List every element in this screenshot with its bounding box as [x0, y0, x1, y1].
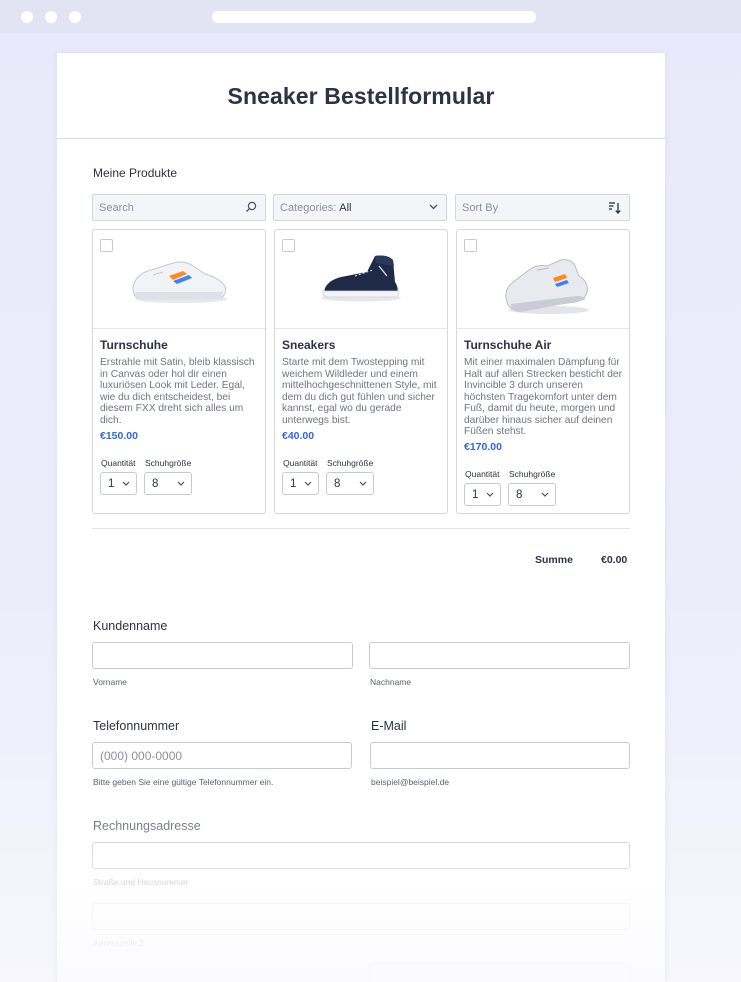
street-sublabel: Straße und Hausnummer [93, 877, 189, 887]
product-card-sneakers[interactable]: Sneakers Starte mit dem Twostepping mit … [274, 229, 448, 514]
search-input[interactable] [99, 201, 239, 214]
sneaker-image [132, 261, 227, 303]
sum-label: Summe [535, 554, 573, 566]
last-name-sublabel: Nachname [370, 677, 412, 687]
product-name: Sneakers [282, 338, 336, 352]
sort-icon [609, 202, 621, 214]
categories-label: Categories: [280, 201, 337, 214]
customer-name-label: Kundenname [93, 619, 168, 633]
quantity-value: 1 [108, 477, 115, 490]
sneaker-image [505, 259, 589, 314]
product-price: €40.00 [282, 430, 315, 442]
quantity-value: 1 [472, 488, 479, 501]
categories-value: All [339, 201, 352, 214]
email-field[interactable] [370, 742, 630, 769]
sort-by-select[interactable]: Sort By [455, 194, 630, 221]
first-name-field[interactable] [92, 642, 353, 669]
quantity-value: 1 [290, 477, 297, 490]
chevron-down-icon [486, 492, 494, 497]
size-value: 8 [152, 477, 159, 490]
first-name-sublabel: Vorname [93, 677, 128, 687]
product-card-turnschuhe-air[interactable]: Turnschuhe Air Mit einer maximalen Dämpf… [456, 229, 630, 514]
form-card: Sneaker Bestellformular Meine Produkte C… [57, 53, 665, 982]
product-name: Turnschuhe [100, 338, 168, 352]
product-price: €150.00 [100, 430, 138, 442]
address-bar[interactable] [212, 11, 536, 23]
quantity-select[interactable]: 1 [464, 483, 501, 506]
sneaker-image [321, 255, 401, 302]
product-description: Erstrahle mit Satin, bleib klassisch in … [100, 357, 255, 426]
city-input[interactable] [377, 969, 629, 982]
size-value: 8 [334, 477, 341, 490]
form-title: Sneaker Bestellformular [227, 82, 495, 109]
form-header: Sneaker Bestellformular [57, 53, 665, 139]
city-field[interactable] [369, 963, 630, 982]
email-sublabel: beispiel@beispiel.de [371, 777, 450, 787]
sort-by-label: Sort By [462, 201, 499, 214]
street-field[interactable] [92, 842, 630, 869]
bottom-fade-overlay [57, 813, 665, 982]
products-section-label: Meine Produkte [93, 166, 178, 180]
browser-chrome [0, 0, 741, 33]
address-line2-field[interactable] [92, 903, 630, 930]
quantity-label: Quantität [283, 458, 318, 468]
size-select[interactable]: 8 [144, 472, 192, 495]
size-label: Schuhgröße [145, 458, 192, 468]
address-line2-input[interactable] [100, 909, 629, 924]
search-icon[interactable] [245, 201, 257, 213]
window-dot-minimize[interactable] [45, 11, 57, 23]
quantity-label: Quantität [101, 458, 136, 468]
quantity-label: Quantität [465, 469, 500, 479]
last-name-field[interactable] [369, 642, 630, 669]
quantity-select[interactable]: 1 [100, 472, 137, 495]
product-image-area [275, 230, 447, 329]
last-name-input[interactable] [377, 648, 629, 663]
first-name-input[interactable] [100, 648, 352, 663]
summary-divider [92, 528, 630, 529]
size-value: 8 [516, 488, 523, 501]
product-image-area [93, 230, 265, 329]
chevron-down-icon [177, 481, 185, 486]
categories-select[interactable]: Categories: All [273, 194, 447, 221]
phone-input[interactable] [100, 748, 351, 763]
product-description: Mit einer maximalen Dämpfung für Halt au… [464, 357, 622, 437]
chevron-down-icon [304, 481, 312, 486]
product-toolbar: Categories: All Sort By [92, 194, 630, 221]
phone-label: Telefonnummer [93, 719, 180, 733]
size-label: Schuhgröße [509, 469, 556, 479]
chevron-down-icon [541, 492, 549, 497]
street-input[interactable] [100, 848, 629, 863]
product-price: €170.00 [464, 441, 502, 453]
product-image-area [457, 230, 629, 329]
window-dot-maximize[interactable] [69, 11, 81, 23]
address-line2-sublabel: Adresszeile 2 [93, 938, 145, 948]
product-list: Turnschuhe Erstrahle mit Satin, bleib kl… [92, 229, 630, 515]
chevron-down-icon [359, 481, 367, 486]
billing-address-label: Rechnungsadresse [93, 819, 201, 833]
product-card-turnschuhe[interactable]: Turnschuhe Erstrahle mit Satin, bleib kl… [92, 229, 266, 514]
chevron-down-icon [122, 481, 130, 486]
product-name: Turnschuhe Air [464, 338, 552, 352]
window-dot-close[interactable] [21, 11, 33, 23]
chevron-down-icon [429, 204, 438, 210]
email-label: E-Mail [371, 719, 407, 733]
phone-sublabel: Bitte geben Sie eine gültige Telefonnumm… [93, 777, 274, 787]
email-input[interactable] [378, 748, 629, 763]
sum-value: €0.00 [601, 554, 628, 566]
product-description: Starte mit dem Twostepping mit weichem W… [282, 357, 437, 426]
size-select[interactable]: 8 [326, 472, 374, 495]
size-label: Schuhgröße [327, 458, 374, 468]
search-box[interactable] [92, 194, 266, 221]
phone-field[interactable] [92, 742, 352, 769]
quantity-select[interactable]: 1 [282, 472, 319, 495]
size-select[interactable]: 8 [508, 483, 556, 506]
